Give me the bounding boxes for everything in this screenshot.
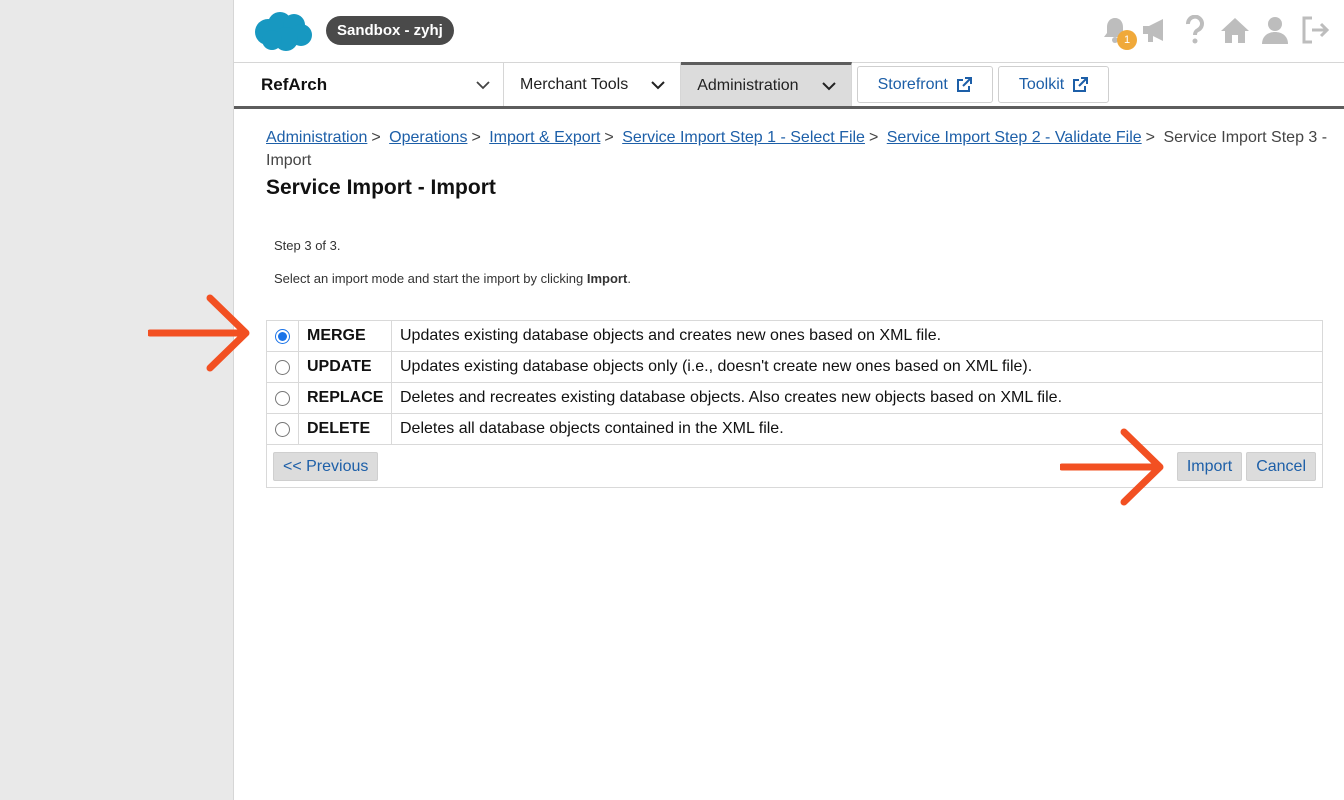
site-name: RefArch <box>261 74 328 94</box>
megaphone-icon[interactable] <box>1139 12 1171 48</box>
nav-administration-label: Administration <box>697 76 799 94</box>
instruction-text: Select an import mode and start the impo… <box>274 271 631 286</box>
radio-cell <box>267 321 299 351</box>
cancel-button[interactable]: Cancel <box>1246 451 1316 481</box>
radio-update[interactable] <box>275 359 290 375</box>
radio-replace[interactable] <box>275 390 290 406</box>
breadcrumb-import-export[interactable]: Import & Export <box>489 129 600 146</box>
mode-description: Updates existing database objects only (… <box>400 358 1033 375</box>
breadcrumb-separator: > <box>1145 129 1156 146</box>
breadcrumb-step-2[interactable]: Service Import Step 2 - Validate File <box>887 129 1142 146</box>
action-buttons: Import Cancel <box>1176 451 1316 481</box>
step-indicator: Step 3 of 3. <box>274 238 341 253</box>
help-icon[interactable] <box>1179 12 1211 48</box>
breadcrumb-step-1[interactable]: Service Import Step 1 - Select File <box>622 129 865 146</box>
radio-delete[interactable] <box>275 421 290 437</box>
external-link-icon <box>956 76 972 92</box>
mode-label: MERGE <box>299 321 392 351</box>
breadcrumb-separator: > <box>604 129 614 146</box>
main-nav: RefArch Merchant Tools Administration St… <box>234 62 1344 109</box>
instruction-prefix: Select an import mode and start the impo… <box>274 271 587 286</box>
toolkit-button[interactable]: Toolkit <box>997 66 1110 103</box>
nav-administration[interactable]: Administration <box>681 62 852 106</box>
mode-description: Updates existing database objects and cr… <box>400 327 942 344</box>
radio-merge[interactable] <box>275 328 290 344</box>
radio-cell <box>267 414 299 444</box>
import-button[interactable]: Import <box>1176 451 1243 481</box>
page-title: Service Import - Import <box>266 176 496 199</box>
radio-cell <box>267 383 299 413</box>
logout-icon[interactable] <box>1299 12 1331 48</box>
notification-badge: 1 <box>1117 30 1137 50</box>
annotation-arrow-merge <box>148 294 250 372</box>
nav-merchant-tools[interactable]: Merchant Tools <box>504 63 682 106</box>
header-icons: 1 <box>1099 12 1331 50</box>
annotation-arrow-import <box>1060 428 1164 506</box>
instruction-suffix: . <box>627 271 631 286</box>
sandbox-badge: Sandbox - zyhj <box>326 16 454 45</box>
storefront-button[interactable]: Storefront <box>856 66 993 103</box>
mode-row-replace: REPLACE Deletes and recreates existing d… <box>267 383 1322 414</box>
mode-row-update: UPDATE Updates existing database objects… <box>267 352 1322 383</box>
chevron-down-icon <box>651 80 665 89</box>
mode-description: Deletes and recreates existing database … <box>400 389 1063 406</box>
nav-merchant-tools-label: Merchant Tools <box>520 75 629 93</box>
top-header: Sandbox - zyhj 1 <box>234 0 1344 62</box>
app-window: Sandbox - zyhj 1 RefArch Merchant Tools … <box>233 0 1344 800</box>
mode-row-merge: MERGE Updates existing database objects … <box>267 321 1322 352</box>
radio-cell <box>267 352 299 382</box>
site-selector[interactable]: RefArch <box>234 63 504 106</box>
toolkit-label: Toolkit <box>1018 75 1065 93</box>
mode-label: REPLACE <box>299 383 392 413</box>
salesforce-cloud-logo[interactable] <box>252 10 314 52</box>
previous-button[interactable]: << Previous <box>273 451 379 481</box>
mode-label: DELETE <box>299 414 392 444</box>
bell-icon[interactable]: 1 <box>1099 12 1137 50</box>
mode-label: UPDATE <box>299 352 392 382</box>
breadcrumb-operations[interactable]: Operations <box>389 129 467 146</box>
storefront-label: Storefront <box>877 75 948 93</box>
mode-description: Deletes all database objects contained i… <box>400 420 784 437</box>
main-content: Administration > Operations > Import & Exp… <box>266 126 1331 488</box>
breadcrumb-separator: > <box>868 129 879 146</box>
breadcrumb: Administration > Operations > Import & Exp… <box>266 126 1331 172</box>
user-icon[interactable] <box>1259 12 1291 48</box>
chevron-down-icon <box>476 80 490 89</box>
external-link-icon <box>1073 76 1089 92</box>
home-icon[interactable] <box>1219 12 1251 48</box>
chevron-down-icon <box>821 81 836 90</box>
breadcrumb-separator: > <box>371 129 381 146</box>
instruction-bold: Import <box>586 271 628 286</box>
breadcrumb-administration[interactable]: Administration <box>266 129 367 146</box>
outside-background <box>0 0 233 800</box>
breadcrumb-separator: > <box>471 129 481 146</box>
